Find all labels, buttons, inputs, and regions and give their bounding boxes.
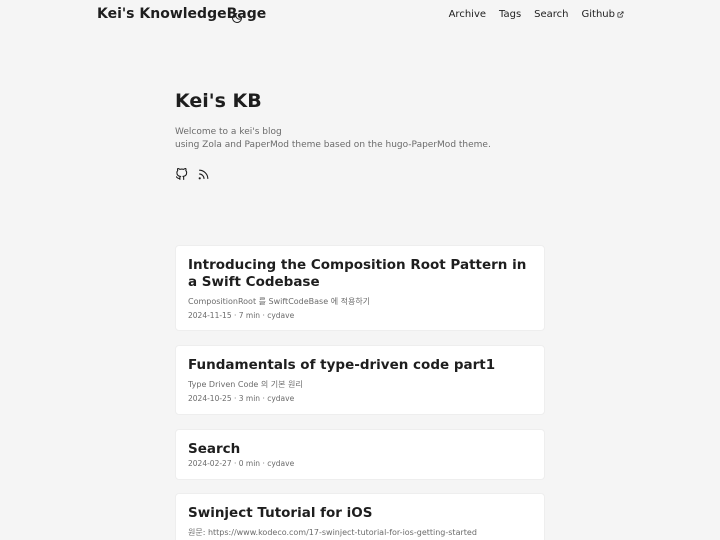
page-title: Kei's KB (175, 90, 262, 112)
post-title[interactable]: Fundamentals of type-driven code part1 (188, 357, 532, 374)
social-icons (175, 166, 545, 180)
post-meta: 2024-11-15 · 7 min · cydave (188, 311, 295, 320)
post-date: 2024-02-27 (188, 459, 232, 468)
post-card[interactable]: Search 2024-02-27 · 0 min · cydave (175, 429, 545, 480)
rss-icon[interactable] (197, 166, 210, 180)
main-menu: Archive Tags Search Github (449, 9, 624, 20)
post-read-time: 3 min (238, 394, 261, 403)
post-summary: Type Driven Code 의 기본 원리 (188, 380, 303, 389)
home-description-line: using Zola and PaperMod theme based on t… (175, 140, 491, 150)
post-read-time: 7 min (238, 311, 261, 320)
menu-item-search[interactable]: Search (534, 9, 568, 20)
top-nav: Kei's KnowledgeBage Archive Tags Search … (0, 0, 720, 30)
post-meta: 2024-02-27 · 0 min · cydave (188, 459, 295, 468)
post-author: cydave (267, 394, 295, 403)
post-meta: 2024-10-25 · 3 min · cydave (188, 394, 295, 403)
menu-item-github-label: Github (581, 9, 615, 20)
post-card[interactable]: Fundamentals of type-driven code part1 T… (175, 345, 545, 415)
home-info: Kei's KB Welcome to a kei's blog using Z… (175, 90, 545, 180)
post-title[interactable]: Swinject Tutorial for iOS (188, 505, 532, 522)
external-link-icon (617, 11, 624, 18)
home-description-line: Welcome to a kei's blog (175, 127, 282, 137)
moon-icon[interactable] (231, 9, 243, 23)
post-author: cydave (267, 311, 295, 320)
menu-item-tags[interactable]: Tags (499, 9, 521, 20)
post-date: 2024-10-25 (188, 394, 232, 403)
github-icon[interactable] (175, 166, 188, 180)
menu-item-archive[interactable]: Archive (449, 9, 486, 20)
post-summary: 원문: https://www.kodeco.com/17-swinject-t… (188, 528, 477, 537)
menu-item-github[interactable]: Github (582, 9, 624, 20)
post-card[interactable]: Introducing the Composition Root Pattern… (175, 245, 545, 331)
home-description: Welcome to a kei's blog using Zola and P… (175, 126, 545, 152)
post-title[interactable]: Introducing the Composition Root Pattern… (188, 257, 532, 291)
post-date: 2024-11-15 (188, 311, 232, 320)
post-title[interactable]: Search (188, 441, 532, 458)
post-summary: CompositionRoot 를 SwiftCodeBase 에 적용하기 (188, 297, 371, 306)
post-author: cydave (267, 459, 295, 468)
post-card[interactable]: Swinject Tutorial for iOS 원문: https://ww… (175, 493, 545, 540)
post-read-time: 0 min (238, 459, 261, 468)
